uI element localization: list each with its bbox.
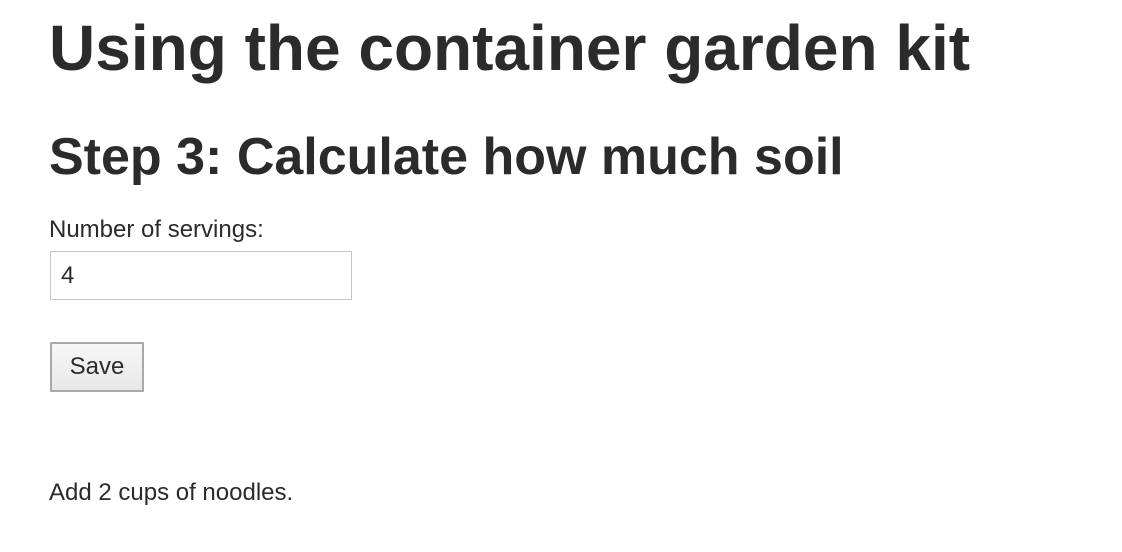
result-text: Add 2 cups of noodles. (49, 479, 294, 506)
servings-label: Number of servings: (49, 216, 264, 243)
step-heading: Step 3: Calculate how much soil (49, 128, 844, 186)
servings-input[interactable] (50, 251, 352, 300)
page-title: Using the container garden kit (49, 12, 971, 84)
page: Using the container garden kit Step 3: C… (0, 0, 1122, 552)
save-button[interactable]: Save (50, 342, 144, 392)
